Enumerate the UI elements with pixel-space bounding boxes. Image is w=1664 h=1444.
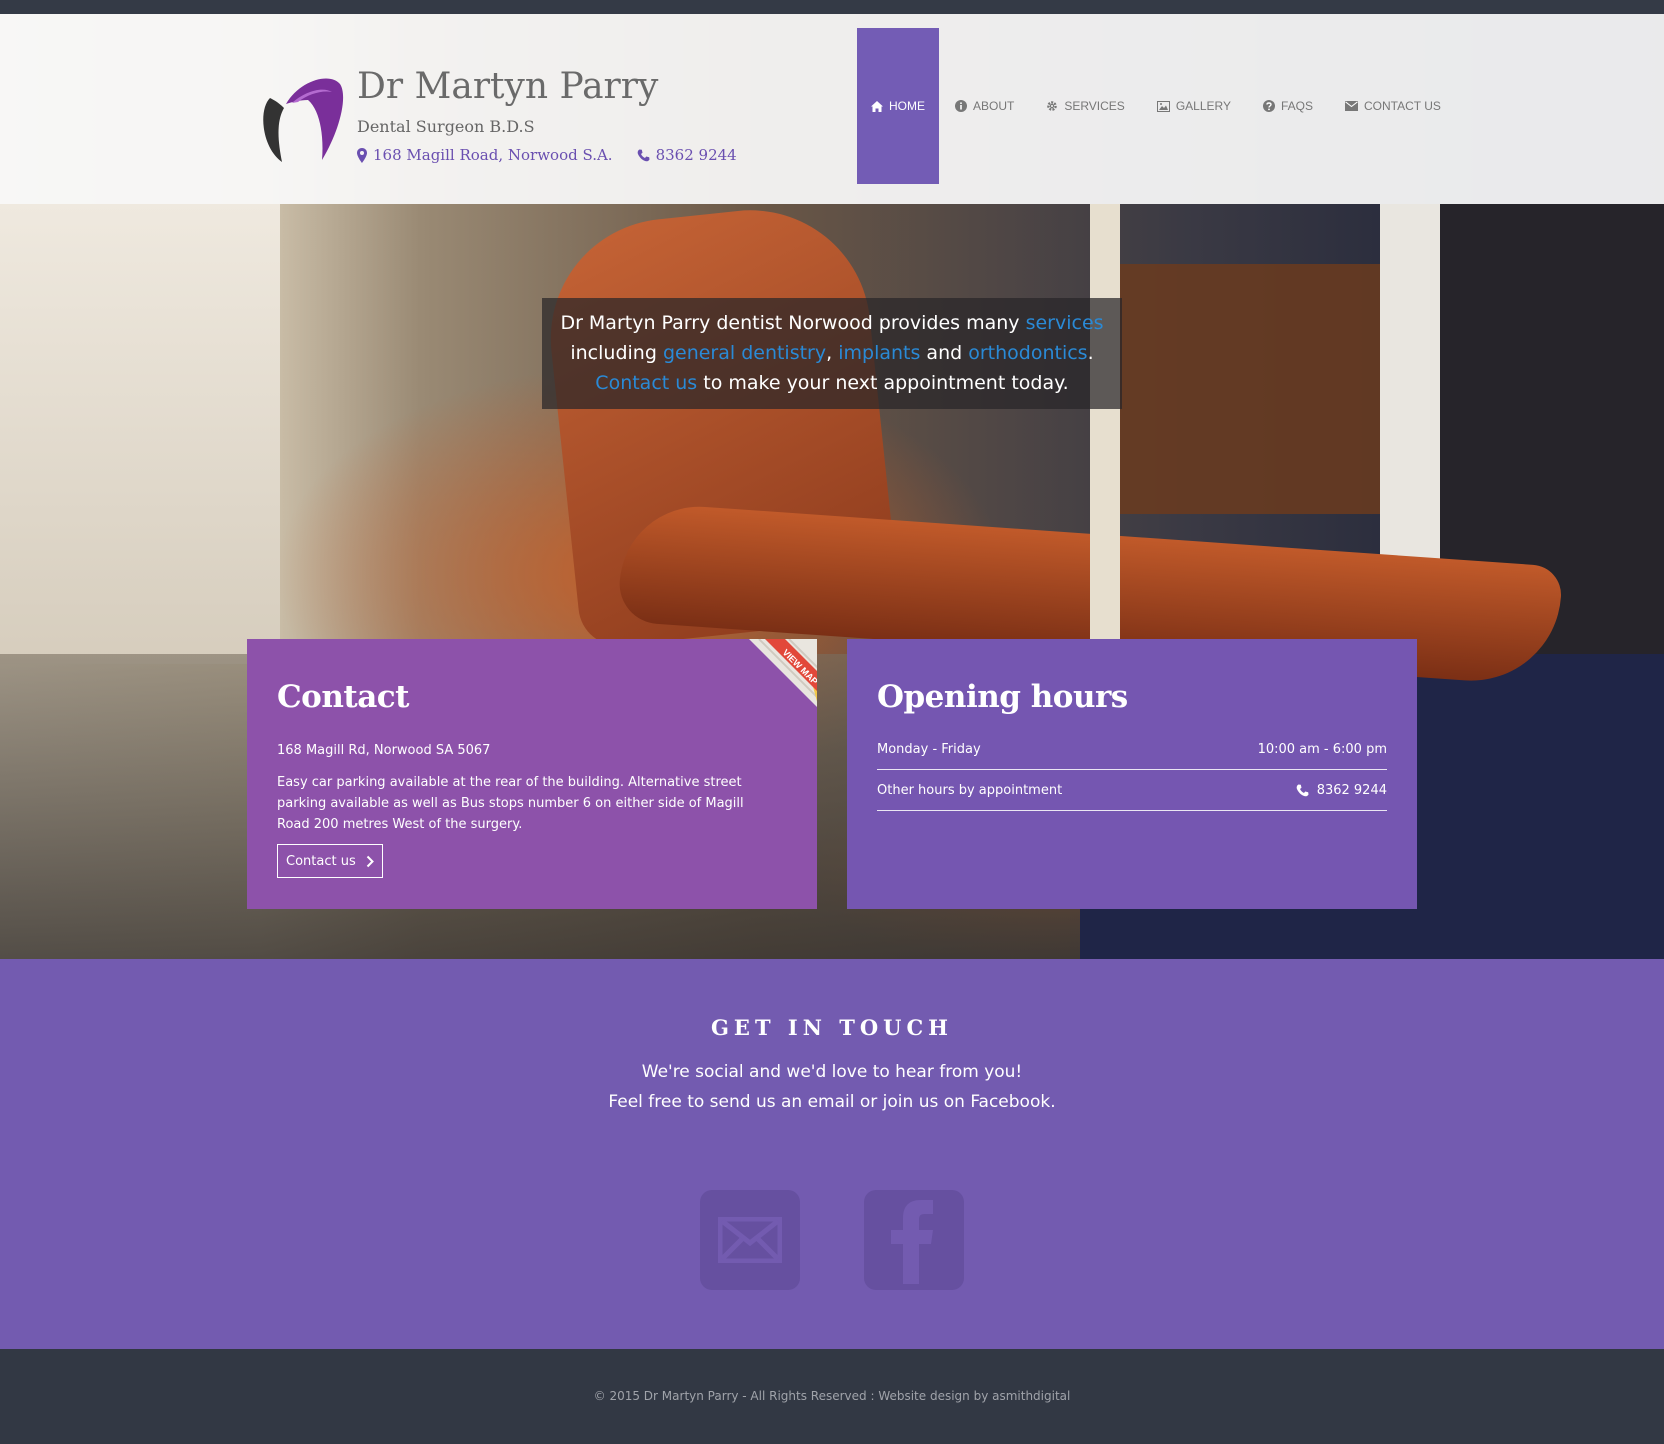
phone-icon bbox=[637, 149, 650, 161]
hours-row-value[interactable]: 8362 9244 bbox=[1317, 783, 1387, 798]
nav-gallery-label: GALLERY bbox=[1175, 99, 1231, 113]
intro-text: to make your next appointment today. bbox=[697, 372, 1069, 394]
get-in-touch-line-1: We're social and we'd love to hear from … bbox=[641, 1062, 1023, 1082]
site-footer: © 2015 Dr Martyn Parry - All Rights Rese… bbox=[0, 1349, 1664, 1444]
orthodontics-link[interactable]: orthodontics bbox=[968, 342, 1087, 364]
nav-about-label: ABOUT bbox=[973, 99, 1015, 113]
chevron-right-icon bbox=[366, 855, 374, 867]
brand-subtitle: Dental Surgeon B.D.S bbox=[357, 117, 535, 136]
nav-contact-us[interactable]: CONTACT US bbox=[1329, 28, 1457, 184]
brand-contact: 168 Magill Road, Norwood S.A. 8362 9244 bbox=[357, 146, 737, 164]
hero-shelf bbox=[1110, 264, 1400, 514]
nav-home-label: HOME bbox=[889, 99, 925, 113]
hours-row-value-wrap: 10:00 am - 6:00 pm bbox=[1258, 742, 1387, 757]
main-nav: HOME ABOUT SERVICES GALLERY FAQS CONTACT… bbox=[857, 28, 1457, 184]
gear-icon bbox=[1047, 101, 1058, 111]
nav-faqs-label: FAQS bbox=[1280, 99, 1313, 113]
intro-text: and bbox=[920, 342, 969, 364]
contact-card-title: Contact bbox=[277, 679, 410, 715]
intro-text: including bbox=[570, 342, 663, 364]
hours-row-value: 10:00 am - 6:00 pm bbox=[1257, 742, 1387, 757]
intro-line-1: Dr Martyn Parry dentist Norwood provides… bbox=[542, 308, 1122, 338]
nav-about[interactable]: ABOUT bbox=[939, 28, 1030, 184]
intro-panel: Dr Martyn Parry dentist Norwood provides… bbox=[542, 298, 1122, 409]
site-header: Dr Martyn Parry Dental Surgeon B.D.S 168… bbox=[0, 14, 1664, 204]
nav-gallery[interactable]: GALLERY bbox=[1141, 28, 1247, 184]
hours-row: Other hours by appointment 8362 9244 bbox=[877, 771, 1387, 811]
general-dentistry-link[interactable]: general dentistry bbox=[663, 342, 826, 364]
footer-copyright: © 2015 Dr Martyn Parry - All Rights Rese… bbox=[593, 1389, 1071, 1403]
contact-card-description: Easy car parking available at the rear o… bbox=[277, 775, 744, 832]
hours-row-value-wrap: 8362 9244 bbox=[1296, 783, 1387, 798]
contact-card: Contact 168 Magill Rd, Norwood SA 5067 E… bbox=[247, 639, 817, 909]
nav-contact-us-label: CONTACT US bbox=[1363, 99, 1441, 113]
services-link[interactable]: services bbox=[1026, 312, 1104, 334]
hours-row-label: Other hours by appointment bbox=[877, 783, 1063, 798]
facebook-icon bbox=[891, 1200, 933, 1284]
hours-row: Monday - Friday 10:00 am - 6:00 pm bbox=[877, 730, 1387, 770]
question-icon bbox=[1262, 100, 1275, 112]
brand-address: 168 Magill Road, Norwood S.A. bbox=[373, 146, 613, 164]
nav-services-label: SERVICES bbox=[1064, 99, 1125, 113]
intro-line-2: including general dentistry, implants an… bbox=[542, 338, 1122, 368]
get-in-touch-line-2: Feel free to send us an email or join us… bbox=[608, 1092, 1056, 1112]
get-in-touch-section: GET IN TOUCH We're social and we'd love … bbox=[0, 959, 1664, 1349]
contact-us-link[interactable]: Contact us bbox=[595, 372, 697, 394]
implants-link[interactable]: implants bbox=[838, 342, 920, 364]
map-pin-icon bbox=[357, 147, 367, 163]
facebook-button[interactable] bbox=[864, 1190, 964, 1290]
info-icon bbox=[955, 100, 967, 112]
get-in-touch-heading: GET IN TOUCH bbox=[711, 1015, 953, 1040]
nav-home[interactable]: HOME bbox=[857, 28, 939, 184]
email-button[interactable] bbox=[700, 1190, 800, 1290]
phone-icon bbox=[1296, 784, 1309, 797]
intro-text: . bbox=[1087, 342, 1094, 364]
contact-us-button-label: Contact us bbox=[286, 853, 356, 869]
top-bar bbox=[0, 0, 1664, 14]
hours-row-label: Monday - Friday bbox=[877, 742, 981, 757]
intro-text: , bbox=[826, 342, 839, 364]
contact-card-address: 168 Magill Rd, Norwood SA 5067 bbox=[277, 743, 491, 758]
nav-services[interactable]: SERVICES bbox=[1030, 28, 1140, 184]
intro-text: Dr Martyn Parry dentist Norwood provides… bbox=[560, 312, 1026, 334]
brand-phone[interactable]: 8362 9244 bbox=[656, 146, 737, 164]
nav-faqs[interactable]: FAQS bbox=[1247, 28, 1329, 184]
home-icon bbox=[871, 100, 883, 112]
image-icon bbox=[1156, 100, 1170, 112]
brand-name[interactable]: Dr Martyn Parry bbox=[357, 66, 658, 107]
envelope-icon bbox=[718, 1217, 782, 1263]
tooth-logo-icon[interactable] bbox=[252, 70, 352, 170]
view-map-ribbon[interactable]: VIEW MAP bbox=[729, 639, 817, 729]
hours-card-title: Opening hours bbox=[877, 679, 1128, 715]
contact-us-button[interactable]: Contact us bbox=[277, 844, 383, 878]
mail-icon bbox=[1344, 101, 1358, 111]
hero-pole bbox=[1090, 204, 1120, 684]
hero-cabinet bbox=[0, 204, 280, 664]
intro-line-3: Contact us to make your next appointment… bbox=[542, 368, 1122, 398]
hours-card: Opening hours Monday - Friday 10:00 am -… bbox=[847, 639, 1417, 909]
